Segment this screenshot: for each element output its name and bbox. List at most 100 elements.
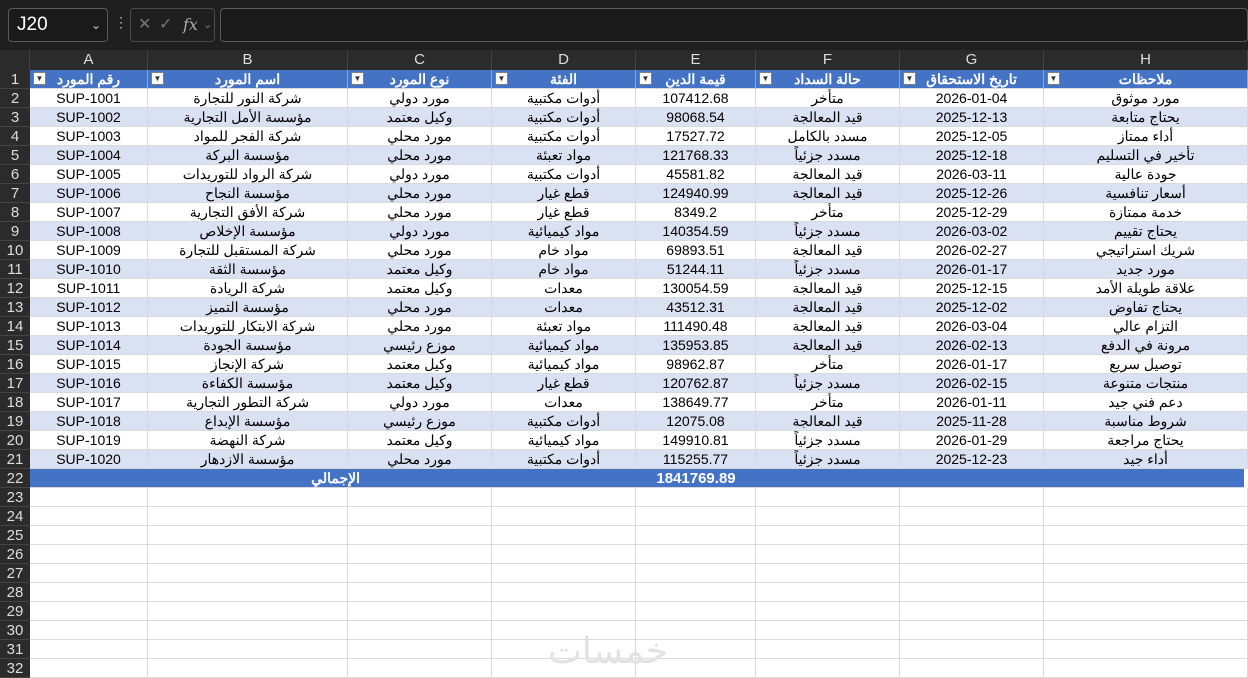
table-cell[interactable]: مسدد بالكامل (756, 127, 900, 146)
empty-cell[interactable] (1044, 583, 1248, 602)
table-cell[interactable]: SUP-1014 (30, 336, 148, 355)
table-cell[interactable]: مورد محلي (348, 127, 492, 146)
table-cell[interactable]: مورد محلي (348, 298, 492, 317)
row-header-5[interactable]: 5 (0, 146, 30, 165)
row-header-15[interactable]: 15 (0, 336, 30, 355)
empty-cell[interactable] (30, 659, 148, 678)
table-cell[interactable]: SUP-1007 (30, 203, 148, 222)
table-cell[interactable]: يحتاج تقييم (1044, 222, 1248, 241)
empty-cell[interactable] (30, 564, 148, 583)
table-cell[interactable]: مؤسسة البركة (148, 146, 348, 165)
row-header-21[interactable]: 21 (0, 450, 30, 469)
table-cell[interactable]: وكيل معتمد (348, 279, 492, 298)
table-cell[interactable]: شركة التطور التجارية (148, 393, 348, 412)
table-cell[interactable]: 107412.68 (636, 89, 756, 108)
table-cell[interactable]: مؤسسة الكفاءة (148, 374, 348, 393)
table-cell[interactable]: 2026-03-11 (900, 165, 1044, 184)
empty-cell[interactable] (1044, 640, 1248, 659)
table-cell[interactable]: دعم فني جيد (1044, 393, 1248, 412)
table-cell[interactable]: أدوات مكتبية (492, 108, 636, 127)
filter-dropdown-icon[interactable]: ▼ (759, 72, 772, 85)
table-cell[interactable]: 124940.99 (636, 184, 756, 203)
table-cell[interactable]: مواد خام (492, 260, 636, 279)
table-cell[interactable]: يحتاج مراجعة (1044, 431, 1248, 450)
insert-function-icon[interactable]: fx (183, 9, 198, 41)
table-cell[interactable]: وكيل معتمد (348, 374, 492, 393)
empty-cell[interactable] (756, 583, 900, 602)
table-cell[interactable]: تأخير في التسليم (1044, 146, 1248, 165)
empty-cell[interactable] (636, 545, 756, 564)
table-cell[interactable]: مسدد جزئياً (756, 222, 900, 241)
empty-cell[interactable] (348, 488, 492, 507)
empty-cell[interactable] (1044, 659, 1248, 678)
filter-dropdown-icon[interactable]: ▼ (351, 72, 364, 85)
cancel-icon[interactable]: ✕ (138, 9, 151, 41)
table-cell[interactable]: 2025-12-18 (900, 146, 1044, 165)
table-cell[interactable]: 2025-12-05 (900, 127, 1044, 146)
row-header-10[interactable]: 10 (0, 241, 30, 260)
column-header-e[interactable]: E (636, 50, 756, 70)
empty-cell[interactable] (348, 659, 492, 678)
table-cell[interactable]: شركة الابتكار للتوريدات (148, 317, 348, 336)
empty-cell[interactable] (148, 602, 348, 621)
row-header-20[interactable]: 20 (0, 431, 30, 450)
table-cell[interactable]: مؤسسة الازدهار (148, 450, 348, 469)
total-value[interactable]: 1841769.89 (636, 469, 756, 488)
table-cell[interactable]: قيد المعالجة (756, 108, 900, 127)
empty-cell[interactable] (30, 507, 148, 526)
table-cell[interactable]: وكيل معتمد (348, 431, 492, 450)
formula-input[interactable] (220, 8, 1248, 42)
table-cell[interactable]: 98962.87 (636, 355, 756, 374)
row-header-24[interactable]: 24 (0, 507, 30, 526)
empty-cell[interactable] (148, 545, 348, 564)
table-cell[interactable]: مورد محلي (348, 184, 492, 203)
table-cell[interactable]: خدمة ممتازة (1044, 203, 1248, 222)
empty-cell[interactable] (348, 564, 492, 583)
table-cell[interactable]: SUP-1006 (30, 184, 148, 203)
table-cell[interactable]: 2025-12-13 (900, 108, 1044, 127)
filter-dropdown-icon[interactable]: ▼ (495, 72, 508, 85)
row-header-17[interactable]: 17 (0, 374, 30, 393)
table-cell[interactable]: SUP-1018 (30, 412, 148, 431)
empty-cell[interactable] (1044, 526, 1248, 545)
empty-cell[interactable] (756, 526, 900, 545)
table-cell[interactable]: 2026-01-04 (900, 89, 1044, 108)
empty-cell[interactable] (148, 583, 348, 602)
table-header-cell[interactable]: قيمة الدين ▼ (636, 70, 756, 89)
table-cell[interactable]: 120762.87 (636, 374, 756, 393)
table-cell[interactable]: SUP-1012 (30, 298, 148, 317)
table-cell[interactable]: متأخر (756, 355, 900, 374)
table-cell[interactable]: 69893.51 (636, 241, 756, 260)
column-header-g[interactable]: G (900, 50, 1044, 70)
table-cell[interactable]: مورد موثوق (1044, 89, 1248, 108)
table-cell[interactable]: 2026-01-17 (900, 355, 1044, 374)
table-cell[interactable]: مورد دولي (348, 89, 492, 108)
row-header-8[interactable]: 8 (0, 203, 30, 222)
table-cell[interactable]: 2026-03-04 (900, 317, 1044, 336)
empty-cell[interactable] (900, 526, 1044, 545)
table-cell[interactable]: 2025-12-15 (900, 279, 1044, 298)
table-cell[interactable]: 2025-12-23 (900, 450, 1044, 469)
table-cell[interactable]: مسدد جزئياً (756, 146, 900, 165)
empty-cell[interactable] (30, 583, 148, 602)
empty-cell[interactable] (900, 640, 1044, 659)
table-header-cell[interactable]: تاريخ الاستحقاق ▼ (900, 70, 1044, 89)
table-cell[interactable]: 130054.59 (636, 279, 756, 298)
empty-cell[interactable] (756, 659, 900, 678)
table-cell[interactable]: مورد محلي (348, 450, 492, 469)
table-cell[interactable]: أدوات مكتبية (492, 412, 636, 431)
table-cell[interactable]: SUP-1005 (30, 165, 148, 184)
chevron-down-icon[interactable]: ⌄ (91, 9, 101, 41)
table-cell[interactable]: شركة الفجر للمواد (148, 127, 348, 146)
empty-cell[interactable] (1044, 545, 1248, 564)
table-header-cell[interactable]: نوع المورد ▼ (348, 70, 492, 89)
table-cell[interactable]: معدات (492, 298, 636, 317)
table-header-cell[interactable]: ملاحظات ▼ (1044, 70, 1248, 89)
table-cell[interactable]: شركة النهضة (148, 431, 348, 450)
table-cell[interactable]: 45581.82 (636, 165, 756, 184)
table-cell[interactable]: مورد محلي (348, 203, 492, 222)
table-cell[interactable]: مؤسسة الجودة (148, 336, 348, 355)
empty-cell[interactable] (30, 640, 148, 659)
table-cell[interactable]: مواد كيميائية (492, 431, 636, 450)
row-header-28[interactable]: 28 (0, 583, 30, 602)
